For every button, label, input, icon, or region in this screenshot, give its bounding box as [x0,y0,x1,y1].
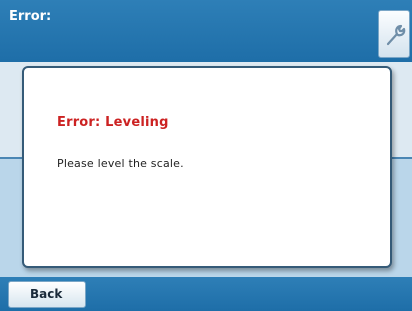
error-dialog: Error: Leveling Please level the scale. [22,66,392,268]
error-title: Error: Leveling [57,115,169,130]
back-button[interactable]: Back [8,281,86,308]
header-bar: Error: [0,0,412,62]
page-title: Error: [9,9,52,24]
footer-bar: Back [0,277,412,311]
error-message: Please level the scale. [57,157,184,170]
wrench-icon [386,24,406,46]
settings-button[interactable] [378,10,410,58]
